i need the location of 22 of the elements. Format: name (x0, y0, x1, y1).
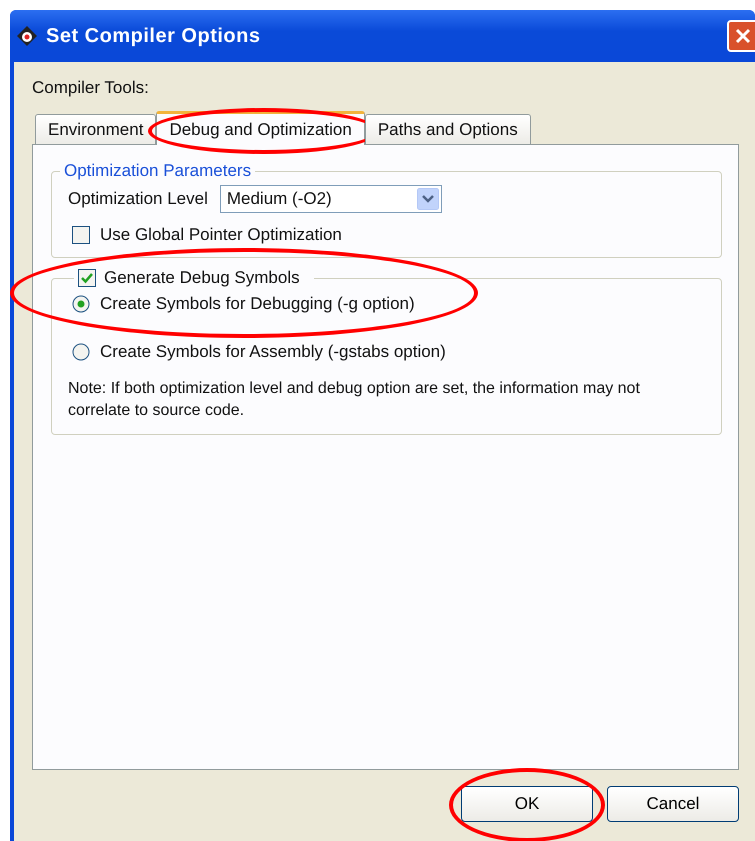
window-title: Set Compiler Options (46, 24, 262, 48)
dialog-button[interactable]: OK (461, 786, 593, 822)
radio-label: Create Symbols for Debugging (-g option) (100, 294, 415, 314)
field-label: Optimization Level (68, 189, 208, 209)
section-label: Compiler Tools: (32, 78, 150, 98)
checkbox-label: Use Global Pointer Optimization (100, 225, 342, 245)
checkbox[interactable] (72, 226, 90, 244)
dialog-button[interactable]: Cancel (607, 786, 739, 822)
tab[interactable]: Debug and Optimization (156, 111, 365, 145)
checkbox[interactable] (78, 269, 96, 287)
radio-label: Create Symbols for Assembly (-gstabs option) (100, 342, 446, 362)
radio-button[interactable] (72, 295, 90, 313)
app-icon (16, 25, 38, 47)
radio-button[interactable] (72, 343, 90, 361)
close-icon[interactable] (734, 27, 752, 45)
checkbox-label: Generate Debug Symbols (104, 268, 300, 288)
group-legend: Optimization Parameters (60, 161, 256, 181)
tab[interactable]: Paths and Options (364, 114, 531, 144)
note-text: Note: If both optimization level and debug option are set, the information may not correlate to source code. (68, 379, 641, 421)
tab[interactable]: Environment (35, 114, 156, 144)
close-button[interactable] (727, 20, 755, 52)
optimization-level-dropdown[interactable]: Medium (-O2) (220, 185, 442, 213)
